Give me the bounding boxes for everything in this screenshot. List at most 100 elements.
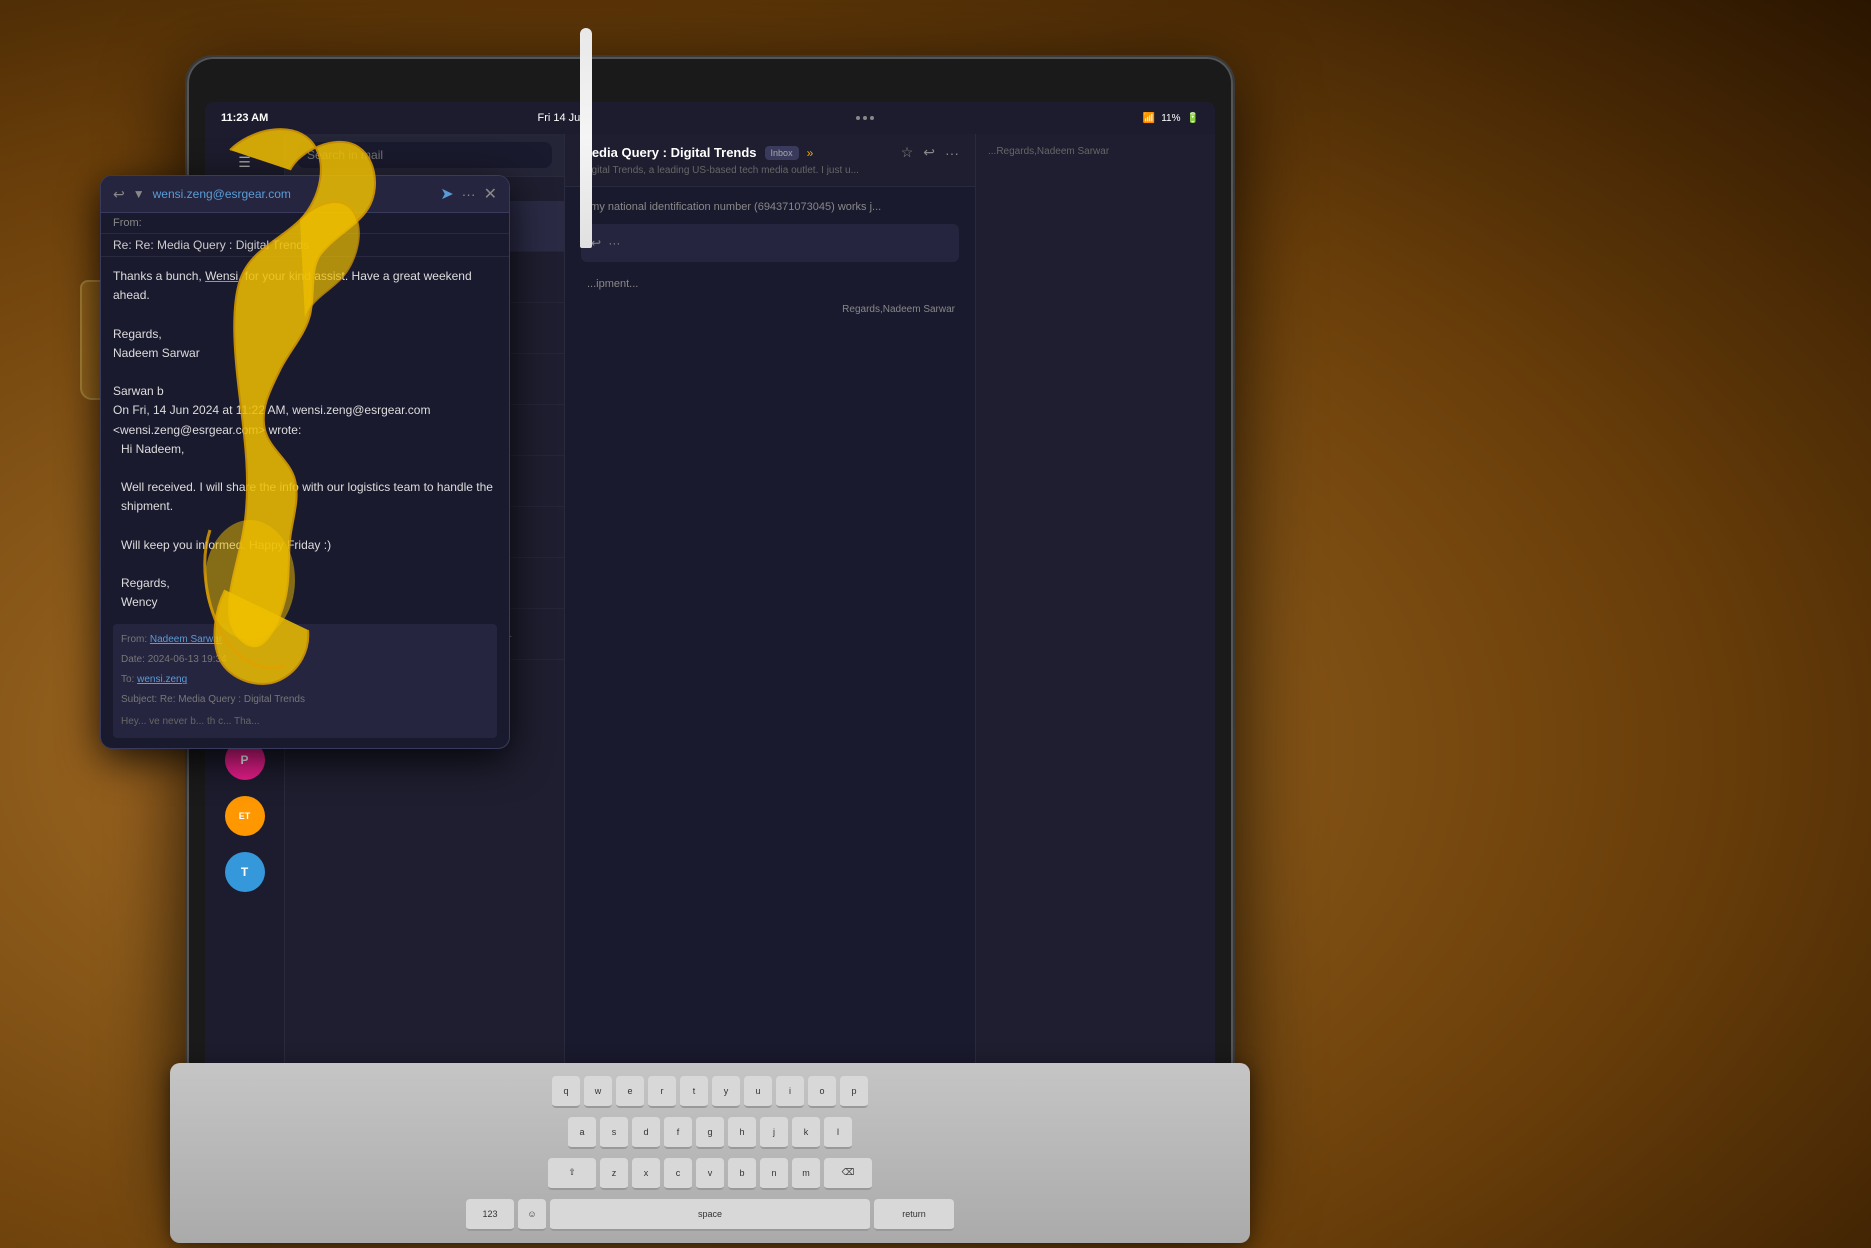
quoted-to-link: wensi.zeng <box>137 674 187 685</box>
key-b[interactable]: b <box>728 1158 756 1190</box>
quoted-to: To: wensi.zeng <box>121 672 489 688</box>
email-detail-header: Media Query : Digital Trends Inbox » ☆ ↩… <box>565 134 975 187</box>
key-q[interactable]: q <box>552 1076 580 1108</box>
quoted-from: From: Nadeem Sarwar <box>121 632 489 648</box>
wifi-icon: 📶 <box>1143 113 1155 124</box>
send-button[interactable]: ➤ <box>440 184 453 204</box>
key-return[interactable]: return <box>874 1199 954 1231</box>
keyboard-row-1: q w e r t y u i o p <box>552 1076 868 1108</box>
quoted-from-link: Nadeem Sarwar <box>150 634 222 645</box>
dot2 <box>863 116 867 120</box>
key-backspace[interactable]: ⌫ <box>824 1158 872 1190</box>
top-dots <box>848 114 882 122</box>
recipient-email: wensi.zeng@esrgear.com <box>153 187 291 201</box>
shipment-area: ...ipment... <box>581 270 959 299</box>
key-v[interactable]: v <box>696 1158 724 1190</box>
from-label: From: <box>113 217 142 229</box>
key-n[interactable]: n <box>760 1158 788 1190</box>
right-panel-content: ...Regards,Nadeem Sarwar <box>988 146 1203 157</box>
key-shift[interactable]: ⇧ <box>548 1158 596 1190</box>
key-y[interactable]: y <box>712 1076 740 1108</box>
down-arrow-recipient[interactable]: ▼ <box>133 187 145 201</box>
compose-header-left: ↩ ▼ wensi.zeng@esrgear.com <box>113 186 291 203</box>
more-header-icon[interactable]: ··· <box>945 145 959 161</box>
key-space[interactable]: space <box>550 1199 870 1231</box>
quoted-body-preview: Hey... ve never b... th c... Tha... <box>121 714 489 730</box>
key-h[interactable]: h <box>728 1117 756 1149</box>
key-l[interactable]: l <box>824 1117 852 1149</box>
key-g[interactable]: g <box>696 1117 724 1149</box>
key-w[interactable]: w <box>584 1076 612 1108</box>
sidebar-avatar-t[interactable]: T <box>225 852 265 892</box>
key-z[interactable]: z <box>600 1158 628 1190</box>
compose-regards: Regards,Nadeem Sarwar <box>113 325 497 363</box>
key-123[interactable]: 123 <box>466 1199 514 1231</box>
compose-regards-wency: Regards,Wency <box>113 574 497 612</box>
dot1 <box>856 116 860 120</box>
star-icon[interactable]: ☆ <box>901 144 914 161</box>
compose-subject-text: Re: Re: Media Query : Digital Trends <box>113 238 309 252</box>
key-t[interactable]: t <box>680 1076 708 1108</box>
battery-icon: 🔋 <box>1187 113 1199 124</box>
forward-arrow: » <box>807 146 814 160</box>
email-detail-panel: Media Query : Digital Trends Inbox » ☆ ↩… <box>565 134 975 1163</box>
email-body: ...my national identification number (69… <box>565 187 975 1126</box>
compose-overlay: ↩ ▼ wensi.zeng@esrgear.com ➤ ··· ✕ From:… <box>100 175 510 749</box>
compose-hi-nadeem: Hi Nadeem, <box>113 440 497 459</box>
email-detail-title: Media Query : Digital Trends <box>581 145 757 160</box>
reply-icon-area: ↩ ··· <box>581 224 959 262</box>
key-u[interactable]: u <box>744 1076 772 1108</box>
wensi-name: Wensi <box>205 269 238 283</box>
compose-header-right: ➤ ··· ✕ <box>440 184 497 204</box>
id-text: ...my national identification number (69… <box>581 199 959 216</box>
reply-header-icon[interactable]: ↩ <box>923 144 935 161</box>
key-x[interactable]: x <box>632 1158 660 1190</box>
key-o[interactable]: o <box>808 1076 836 1108</box>
compose-sarwan: Sarwan b <box>113 382 497 401</box>
compose-subject-row: Re: Re: Media Query : Digital Trends <box>101 234 509 257</box>
key-emoji[interactable]: ☺ <box>518 1199 546 1231</box>
quoted-subject: Subject: Re: Media Query : Digital Trend… <box>121 692 489 708</box>
quoted-date: Date: 2024-06-13 19:34 <box>121 652 489 668</box>
key-r[interactable]: r <box>648 1076 676 1108</box>
key-s[interactable]: s <box>600 1117 628 1149</box>
compose-more-button[interactable]: ··· <box>462 184 476 204</box>
key-c[interactable]: c <box>664 1158 692 1190</box>
rp-preview: ...Regards,Nadeem Sarwar <box>988 146 1203 157</box>
key-a[interactable]: a <box>568 1117 596 1149</box>
key-j[interactable]: j <box>760 1117 788 1149</box>
compose-body[interactable]: Thanks a bunch, Wensi, for your kind ass… <box>101 257 509 748</box>
compose-from-row: From: <box>101 213 509 234</box>
email-search-input[interactable] <box>297 142 552 168</box>
compose-header: ↩ ▼ wensi.zeng@esrgear.com ➤ ··· ✕ <box>101 176 509 213</box>
compose-close-button[interactable]: ✕ <box>484 184 497 204</box>
compose-well-received: Well received. I will share the info wit… <box>113 478 497 516</box>
right-panel: ...Regards,Nadeem Sarwar <box>975 134 1215 1163</box>
inbox-badge: Inbox <box>765 146 799 160</box>
key-d[interactable]: d <box>632 1117 660 1149</box>
status-time: 11:23 AM <box>221 112 268 124</box>
apple-pencil <box>580 28 592 248</box>
sidebar-avatar-et[interactable]: ET <box>225 796 265 836</box>
email-search-bar <box>285 134 564 177</box>
key-f[interactable]: f <box>664 1117 692 1149</box>
compose-keep-informed: Will keep you informed. Happy Friday :) <box>113 536 497 555</box>
status-bar: 11:23 AM Fri 14 Jun 📶 11% 🔋 <box>205 102 1215 134</box>
status-right: 📶 11% 🔋 <box>1143 113 1199 124</box>
compose-quote-attribution: On Fri, 14 Jun 2024 at 11:22 AM, wensi.z… <box>113 401 497 439</box>
key-p[interactable]: p <box>840 1076 868 1108</box>
key-e[interactable]: e <box>616 1076 644 1108</box>
key-m[interactable]: m <box>792 1158 820 1190</box>
quoted-subject-value: Re: Media Query : Digital Trends <box>160 694 305 705</box>
keyboard-row-4: 123 ☺ space return <box>466 1199 954 1231</box>
quoted-date-value: 2024-06-13 19:34 <box>148 654 227 665</box>
regards-preview: Regards,Nadeem Sarwar <box>581 298 959 321</box>
key-i[interactable]: i <box>776 1076 804 1108</box>
battery-text: 11% <box>1161 113 1180 124</box>
keyboard-row-2: a s d f g h j k l <box>568 1117 852 1149</box>
key-k[interactable]: k <box>792 1117 820 1149</box>
keyboard[interactable]: q w e r t y u i o p a s d f g h j k l ⇧ … <box>170 1063 1250 1243</box>
dot3 <box>870 116 874 120</box>
keyboard-row-3: ⇧ z x c v b n m ⌫ <box>548 1158 872 1190</box>
back-arrow-icon[interactable]: ↩ <box>113 186 125 203</box>
